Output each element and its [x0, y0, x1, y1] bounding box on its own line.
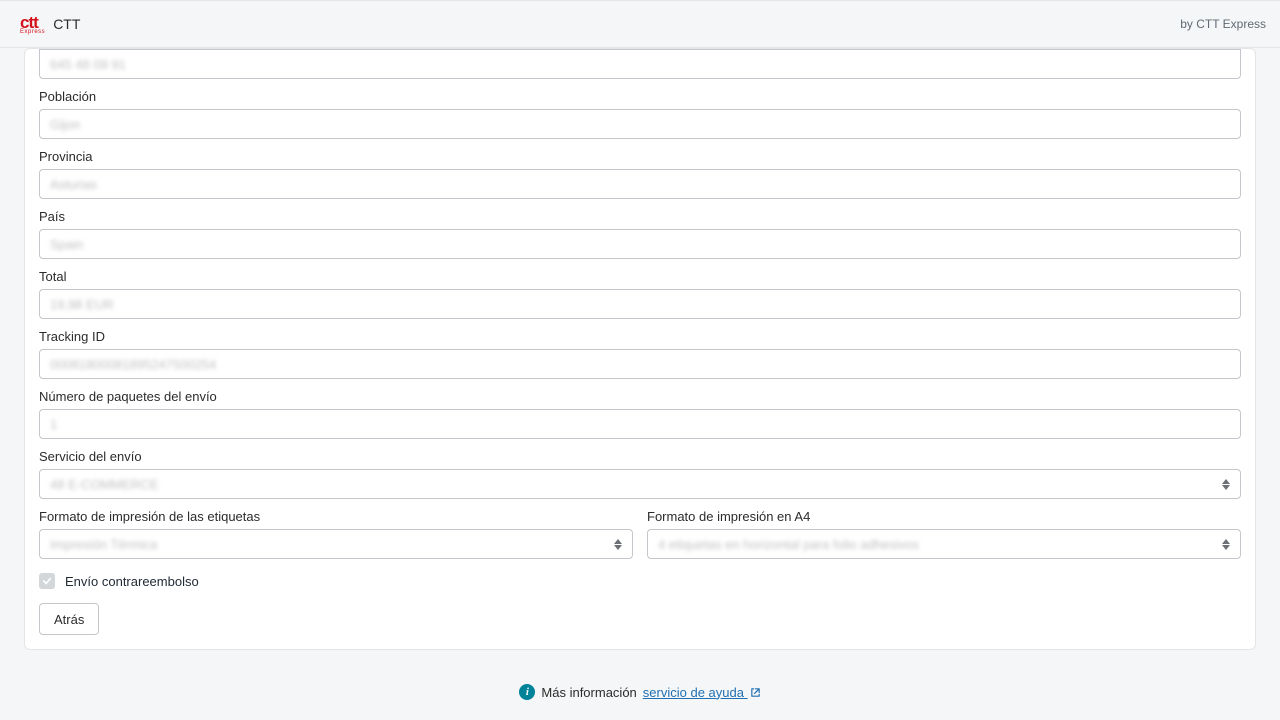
print-format-field: Formato de impresión de las etiquetas Im… [39, 509, 633, 559]
page-title: CTT [53, 16, 80, 32]
cod-checkbox[interactable] [39, 573, 55, 589]
a4-format-select[interactable]: 4 etiquetas en horizontal para folio adh… [647, 529, 1241, 559]
pais-input[interactable]: Spain [39, 229, 1241, 259]
sort-icon [1218, 475, 1234, 493]
packages-input[interactable]: 1 [39, 409, 1241, 439]
cod-label: Envío contrareembolso [65, 574, 199, 589]
info-icon: i [519, 684, 535, 700]
tracking-label: Tracking ID [39, 329, 1241, 344]
footer-info: i Más información servicio de ayuda [24, 684, 1256, 700]
poblacion-label: Población [39, 89, 1241, 104]
form-card: 645 48 09 91 Población Gijon Provincia A… [24, 48, 1256, 650]
more-info-text: Más información [541, 685, 636, 700]
poblacion-field: Población Gijon [39, 89, 1241, 139]
print-format-label: Formato de impresión de las etiquetas [39, 509, 633, 524]
provincia-label: Provincia [39, 149, 1241, 164]
packages-field: Número de paquetes del envío 1 [39, 389, 1241, 439]
top-bar: ctt Express CTT by CTT Express [0, 0, 1280, 48]
tracking-field: Tracking ID 00081800081895247500254 [39, 329, 1241, 379]
check-icon [42, 576, 52, 586]
total-field: Total 19,98 EUR [39, 269, 1241, 319]
service-select[interactable]: 48 E-COMMERCE [39, 469, 1241, 499]
brand: ctt Express CTT [20, 14, 80, 35]
sort-icon [610, 535, 626, 553]
cod-row: Envío contrareembolso [39, 573, 1241, 589]
ctt-logo: ctt Express [20, 14, 45, 35]
pais-field: País Spain [39, 209, 1241, 259]
a4-format-label: Formato de impresión en A4 [647, 509, 1241, 524]
service-field: Servicio del envío 48 E-COMMERCE [39, 449, 1241, 499]
phone-field: 645 48 09 91 [39, 49, 1241, 79]
pais-label: País [39, 209, 1241, 224]
sort-icon [1218, 535, 1234, 553]
poblacion-input[interactable]: Gijon [39, 109, 1241, 139]
a4-format-field: Formato de impresión en A4 4 etiquetas e… [647, 509, 1241, 559]
byline: by CTT Express [1180, 17, 1266, 31]
phone-input[interactable]: 645 48 09 91 [39, 49, 1241, 79]
total-input[interactable]: 19,98 EUR [39, 289, 1241, 319]
tracking-input[interactable]: 00081800081895247500254 [39, 349, 1241, 379]
back-button[interactable]: Atrás [39, 603, 99, 635]
provincia-input[interactable]: Asturias [39, 169, 1241, 199]
packages-label: Número de paquetes del envío [39, 389, 1241, 404]
help-link[interactable]: servicio de ayuda [643, 685, 761, 700]
service-label: Servicio del envío [39, 449, 1241, 464]
provincia-field: Provincia Asturias [39, 149, 1241, 199]
total-label: Total [39, 269, 1241, 284]
print-format-select[interactable]: Impresión Térmica [39, 529, 633, 559]
external-link-icon [750, 687, 761, 698]
